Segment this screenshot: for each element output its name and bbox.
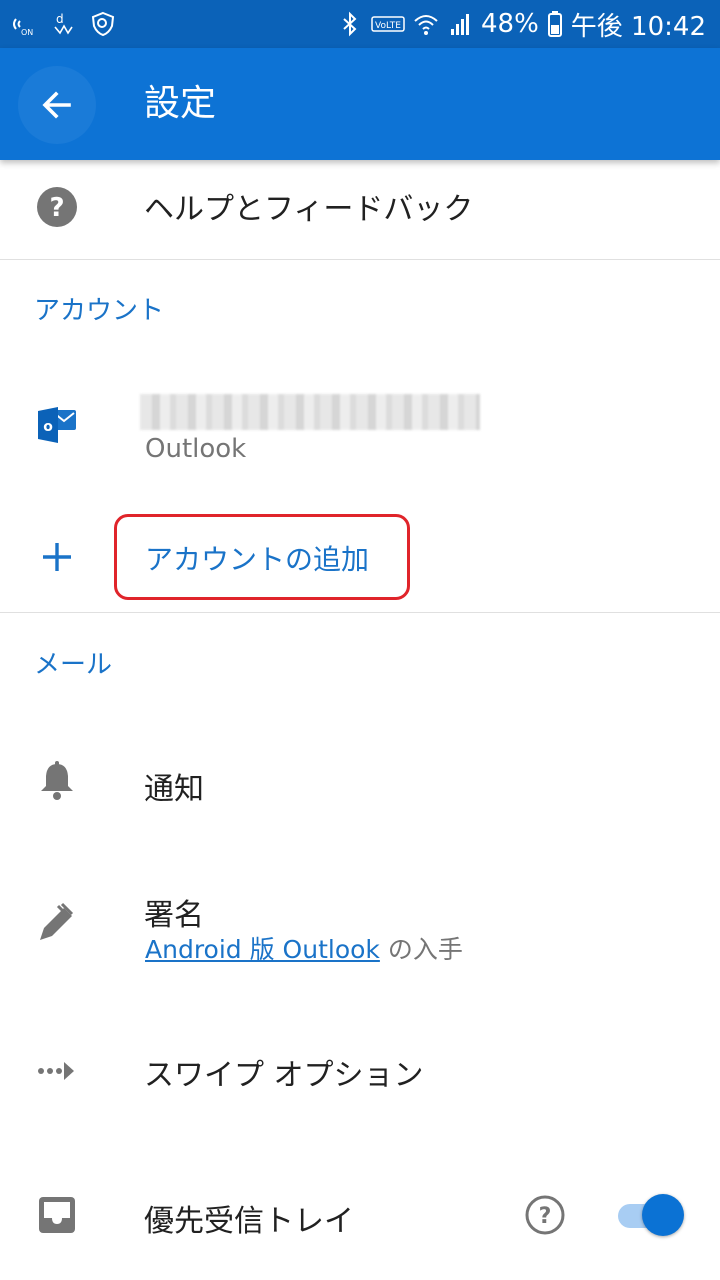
svg-text:?: ? <box>539 1204 552 1229</box>
status-bar: ON d VoLTE 48% 午後 10:42 <box>0 0 720 48</box>
inbox-icon <box>36 1194 78 1236</box>
help-feedback-label: ヘルプとフィードバック <box>144 192 474 227</box>
svg-text:ON: ON <box>21 28 33 37</box>
back-button[interactable] <box>18 66 96 144</box>
pen-icon <box>36 902 78 944</box>
focused-inbox-row[interactable]: 優先受信トレイ <box>0 1164 720 1264</box>
app-bar: 設定 <box>0 48 720 160</box>
mail-section-header: メール <box>34 650 113 680</box>
toggle-knob <box>642 1194 684 1236</box>
signature-suffix: の入手 <box>379 935 463 964</box>
svg-text:?: ? <box>49 193 64 223</box>
divider <box>0 259 720 260</box>
swipe-icon <box>36 1050 78 1092</box>
account-provider: Outlook <box>145 434 247 464</box>
plus-icon <box>36 536 78 578</box>
help-icon: ? <box>36 186 78 228</box>
notifications-row[interactable]: 通知 <box>0 730 720 834</box>
account-email-blurred <box>140 394 480 430</box>
divider <box>0 612 720 613</box>
page-title: 設定 <box>144 83 217 124</box>
wifi-icon <box>414 15 438 35</box>
status-right-icons: VoLTE 48% 午後 10:42 <box>337 6 706 42</box>
battery-icon <box>547 11 562 37</box>
signature-subtext: Android 版 Outlook の入手 <box>145 930 463 966</box>
volte-icon: VoLTE <box>371 16 405 32</box>
account-section-header: アカウント <box>34 296 165 326</box>
outlook-icon: o <box>36 404 78 446</box>
signal-icon <box>451 14 469 35</box>
notifications-label: 通知 <box>144 772 204 807</box>
svg-text:d: d <box>56 12 64 26</box>
info-help-icon[interactable]: ? <box>524 1194 566 1236</box>
docomo-icon: d <box>54 12 73 35</box>
nfc-icon: ON <box>13 18 33 37</box>
swipe-options-label: スワイプ オプション <box>144 1058 424 1093</box>
arrow-back-icon <box>42 91 71 119</box>
focused-inbox-toggle[interactable] <box>614 1194 684 1236</box>
focused-inbox-label: 優先受信トレイ <box>144 1204 354 1239</box>
signature-label: 署名 <box>144 898 204 933</box>
swipe-options-row[interactable]: スワイプ オプション <box>0 1018 720 1122</box>
clock: 午後 10:42 <box>570 11 706 42</box>
status-left-icons: ON d <box>10 8 116 40</box>
bell-icon <box>36 760 78 802</box>
help-feedback-row[interactable]: ? ヘルプとフィードバック <box>0 160 720 260</box>
svg-text:o: o <box>43 419 53 435</box>
highlight-annotation <box>114 514 410 600</box>
android-outlook-link[interactable]: Android 版 Outlook <box>145 935 380 964</box>
bluetooth-icon <box>343 11 357 37</box>
shield-icon <box>91 11 115 37</box>
battery-percent: 48% <box>481 9 539 39</box>
svg-text:VoLTE: VoLTE <box>375 21 401 31</box>
